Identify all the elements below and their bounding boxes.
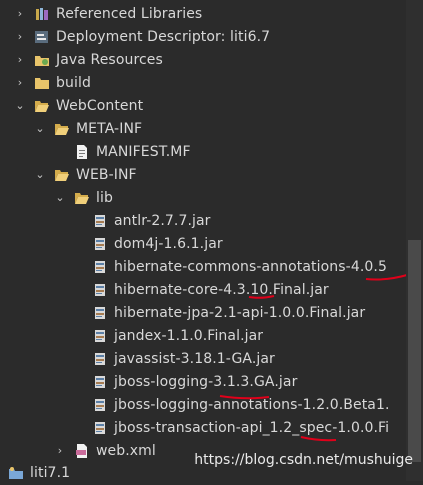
tree-item-label: jandex-1.1.0.Final.jar [114, 327, 264, 344]
jar-icon [92, 305, 108, 321]
tree-item-label: liti7.1 [30, 464, 71, 481]
tree-item-label: jboss-transaction-api_1.2_spec-1.0.0.Fi [114, 419, 390, 436]
chevron-right-icon[interactable]: › [54, 444, 66, 457]
folder-open-icon [54, 121, 70, 137]
jar-icon [92, 282, 108, 298]
tree-item-label: hibernate-commons-annotations-4.0.5 [114, 258, 387, 275]
tree-item-label: MANIFEST.MF [96, 143, 191, 160]
tree-item-jar[interactable]: jboss-logging-3.1.3.GA.jar [0, 370, 423, 393]
jar-icon [92, 420, 108, 436]
jar-icon [92, 259, 108, 275]
tree-item-label: WEB-INF [76, 166, 137, 183]
tree-item-label: hibernate-core-4.3.10.Final.jar [114, 281, 329, 298]
vertical-scrollbar[interactable] [406, 0, 423, 481]
tree-item-label: lib [96, 189, 113, 206]
manifest-file-icon [74, 144, 90, 160]
chevron-down-icon[interactable]: ⌄ [34, 122, 46, 135]
tree-item-label: build [56, 74, 91, 91]
chevron-down-icon[interactable]: ⌄ [54, 191, 66, 204]
tree-item-jar[interactable]: hibernate-commons-annotations-4.0.5 [0, 255, 423, 278]
folder-open-icon [54, 167, 70, 183]
tree-item-label: Java Resources [56, 51, 163, 68]
jar-icon [92, 213, 108, 229]
tree-item-build[interactable]: › build [0, 71, 423, 94]
tree-item-referenced-libraries[interactable]: › Referenced Libraries [0, 2, 423, 25]
tree-item-label: Deployment Descriptor: liti6.7 [56, 28, 271, 45]
tree-item-label: jboss-logging-3.1.3.GA.jar [114, 373, 298, 390]
tree-item-jar[interactable]: hibernate-core-4.3.10.Final.jar [0, 278, 423, 301]
jar-icon [92, 328, 108, 344]
chevron-down-icon[interactable]: ⌄ [34, 168, 46, 181]
tree-item-label: Referenced Libraries [56, 5, 203, 22]
jar-icon [92, 397, 108, 413]
tree-item-label: web.xml [96, 442, 156, 459]
jar-icon [92, 374, 108, 390]
project-icon [8, 465, 24, 481]
tree-item-label: javassist-3.18.1-GA.jar [114, 350, 275, 367]
chevron-right-icon[interactable]: › [14, 30, 26, 43]
tree-item-jar[interactable]: javassist-3.18.1-GA.jar [0, 347, 423, 370]
tree-item-lib[interactable]: ⌄ lib [0, 186, 423, 209]
tree-item-jar[interactable]: jandex-1.1.0.Final.jar [0, 324, 423, 347]
deployment-descriptor-icon [34, 29, 50, 45]
tree-item-label: WebContent [56, 97, 144, 114]
tree-item-label: hibernate-jpa-2.1-api-1.0.0.Final.jar [114, 304, 366, 321]
folder-open-icon [34, 98, 50, 114]
project-explorer-tree: › Referenced Libraries › Deployment Desc… [0, 0, 423, 481]
folder-icon [34, 75, 50, 91]
tree-item-deployment-descriptor[interactable]: › Deployment Descriptor: liti6.7 [0, 25, 423, 48]
scrollbar-thumb[interactable] [408, 240, 421, 462]
chevron-down-icon[interactable]: ⌄ [14, 99, 26, 112]
library-icon [34, 6, 50, 22]
chevron-right-icon[interactable]: › [14, 76, 26, 89]
tree-item-label: antlr-2.7.7.jar [114, 212, 211, 229]
tree-item-jar[interactable]: jboss-logging-annotations-1.2.0.Beta1. [0, 393, 423, 416]
tree-item-jar[interactable]: jboss-transaction-api_1.2_spec-1.0.0.Fi [0, 416, 423, 439]
tree-item-meta-inf[interactable]: ⌄ META-INF [0, 117, 423, 140]
java-resources-icon [34, 52, 50, 68]
chevron-right-icon[interactable]: › [14, 53, 26, 66]
tree-item-java-resources[interactable]: › Java Resources [0, 48, 423, 71]
tree-item-jar[interactable]: dom4j-1.6.1.jar [0, 232, 423, 255]
xml-file-icon [74, 443, 90, 459]
jar-icon [92, 236, 108, 252]
tree-item-label: META-INF [76, 120, 143, 137]
tree-item-web-inf[interactable]: ⌄ WEB-INF [0, 163, 423, 186]
tree-item-label: jboss-logging-annotations-1.2.0.Beta1. [114, 396, 390, 413]
jar-icon [92, 351, 108, 367]
tree-item-label: dom4j-1.6.1.jar [114, 235, 223, 252]
tree-item-jar[interactable]: antlr-2.7.7.jar [0, 209, 423, 232]
chevron-right-icon[interactable]: › [14, 7, 26, 20]
tree-item-jar[interactable]: hibernate-jpa-2.1-api-1.0.0.Final.jar [0, 301, 423, 324]
tree-item-webcontent[interactable]: ⌄ WebContent [0, 94, 423, 117]
folder-open-icon [74, 190, 90, 206]
tree-item-manifest[interactable]: MANIFEST.MF [0, 140, 423, 163]
watermark-text: https://blog.csdn.net/mushuige [194, 452, 413, 468]
